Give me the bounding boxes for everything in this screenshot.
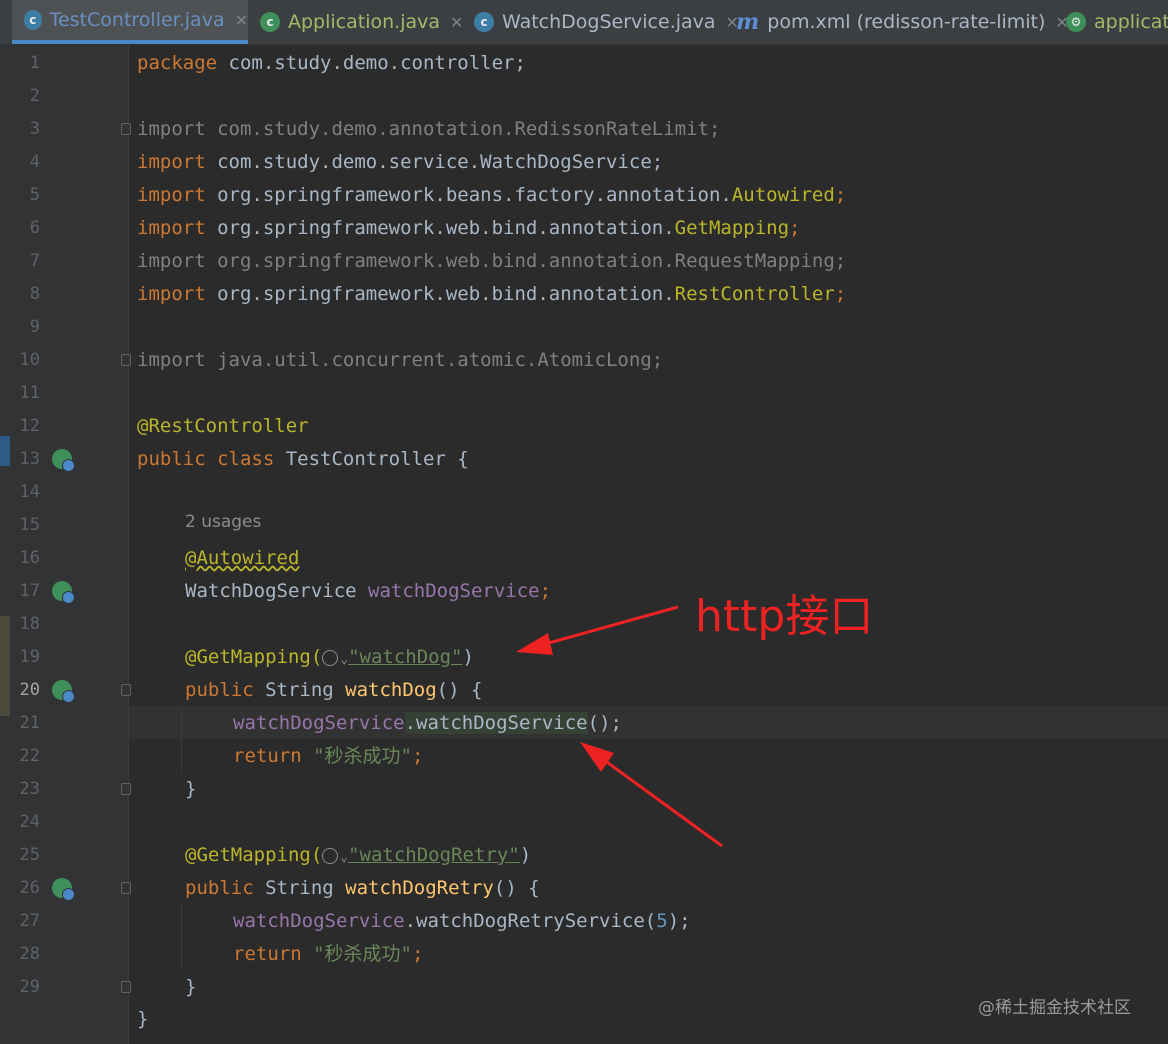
annotation-label: http接口 bbox=[695, 591, 874, 642]
watermark: @稀土掘金技术社区 bbox=[978, 998, 1131, 1018]
arrow-to-service-call bbox=[603, 758, 723, 848]
arrowhead bbox=[580, 742, 614, 772]
annotation-arrows bbox=[516, 605, 723, 848]
arrowhead bbox=[516, 633, 553, 655]
arrow-to-getmapping bbox=[544, 605, 679, 646]
